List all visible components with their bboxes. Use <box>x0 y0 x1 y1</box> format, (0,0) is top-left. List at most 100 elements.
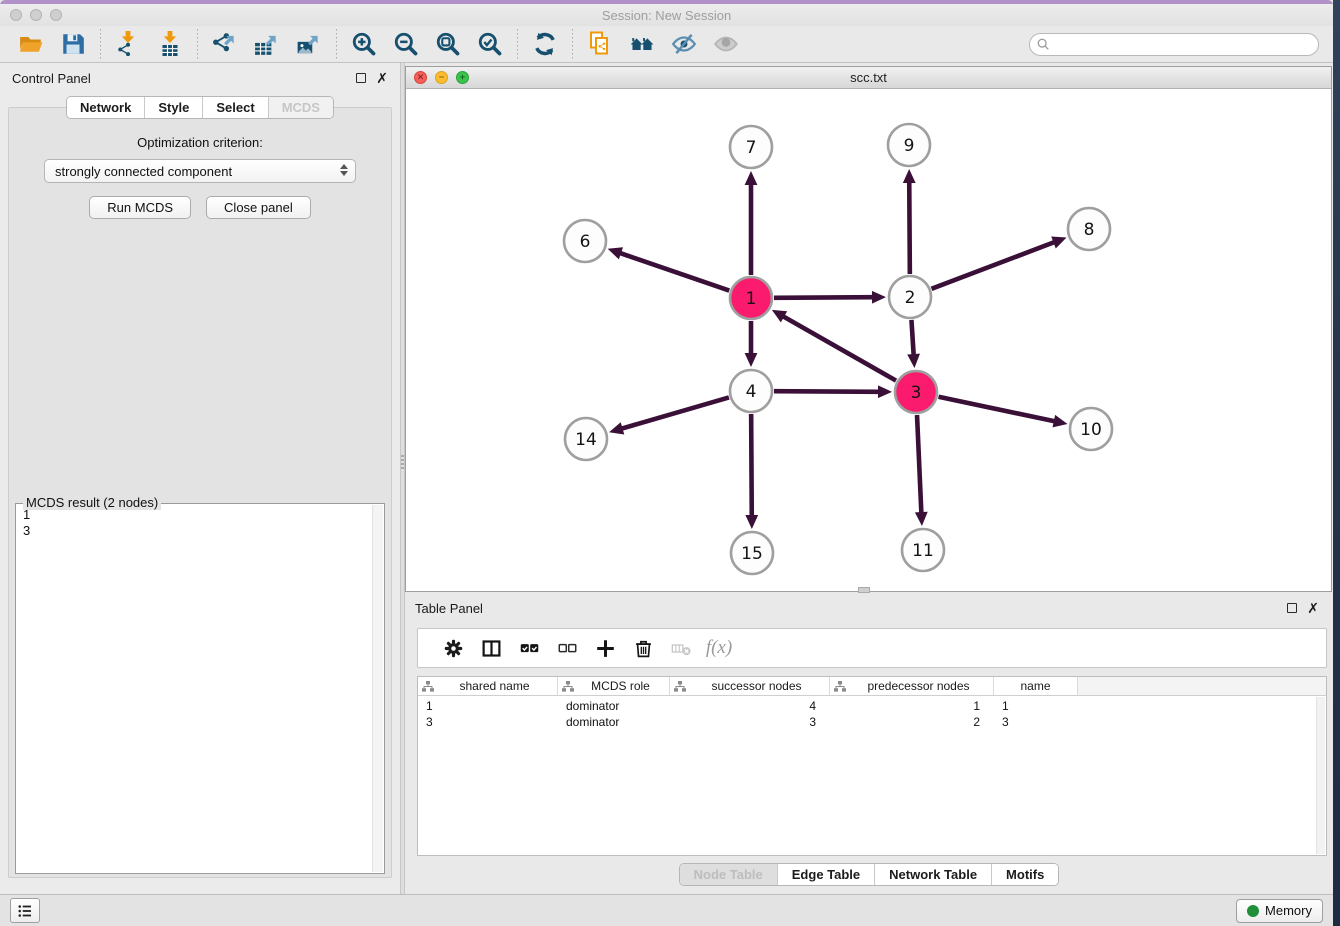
edge-3-11[interactable] <box>917 415 921 514</box>
show-panels-button[interactable] <box>10 898 40 923</box>
table-tab-network-table[interactable]: Network Table <box>874 864 991 885</box>
zoom-out-button[interactable] <box>389 29 423 59</box>
edge-arrowhead-icon <box>872 291 886 304</box>
edge-3-1[interactable] <box>782 316 896 381</box>
table-scrollbar[interactable] <box>1316 697 1325 854</box>
tab-network[interactable]: Network <box>67 97 144 118</box>
neighbors-button[interactable] <box>625 29 659 59</box>
function-builder-button[interactable]: f(x) <box>706 635 732 661</box>
import-table-button[interactable] <box>153 29 187 59</box>
edge-2-3[interactable] <box>911 320 913 356</box>
open-file-icon <box>18 31 44 57</box>
zoom-in-button[interactable] <box>347 29 381 59</box>
column-header-predecessor-nodes[interactable]: predecessor nodes <box>830 677 994 695</box>
table-row[interactable]: 1dominator411 <box>418 698 1326 714</box>
table-cell: 2 <box>830 715 994 729</box>
export-table-button[interactable] <box>250 29 284 59</box>
node-15[interactable]: 15 <box>731 532 773 574</box>
edge-2-9[interactable] <box>909 181 910 274</box>
node-2[interactable]: 2 <box>889 276 931 318</box>
select-all-button[interactable] <box>516 635 542 661</box>
table-tab-node-table[interactable]: Node Table <box>680 864 777 885</box>
delete-row-button[interactable] <box>630 635 656 661</box>
node-1[interactable]: 1 <box>730 277 772 319</box>
edge-arrowhead-icon <box>907 354 920 368</box>
show-hidden-button[interactable] <box>709 29 743 59</box>
node-label: 11 <box>912 541 934 561</box>
mcds-result-title: MCDS result (2 nodes) <box>23 495 161 510</box>
edge-3-10[interactable] <box>939 397 1056 422</box>
node-10[interactable]: 10 <box>1070 408 1112 450</box>
node-11[interactable]: 11 <box>902 529 944 571</box>
mcds-result-list[interactable]: 13 <box>15 503 385 874</box>
toolbar-separator <box>572 29 573 59</box>
node-3[interactable]: 3 <box>895 371 937 413</box>
close-table-panel-icon[interactable]: ✗ <box>1307 603 1319 613</box>
canvas-resize-handle[interactable] <box>858 587 870 593</box>
edge-1-2[interactable] <box>774 297 874 298</box>
node-8[interactable]: 8 <box>1068 208 1110 250</box>
tab-style[interactable]: Style <box>144 97 202 118</box>
column-header-shared-name[interactable]: shared name <box>418 677 558 695</box>
run-mcds-button[interactable]: Run MCDS <box>89 196 191 219</box>
result-scrollbar[interactable] <box>372 505 383 872</box>
select-all-icon <box>519 638 540 659</box>
memory-status-icon <box>1247 905 1259 917</box>
float-table-panel-icon[interactable] <box>1287 603 1297 613</box>
application-window: Session: New Session Control Panel ✗ Net… <box>0 0 1340 926</box>
open-file-button[interactable] <box>14 29 48 59</box>
column-header-name[interactable]: name <box>994 677 1078 695</box>
tab-select[interactable]: Select <box>202 97 267 118</box>
edge-arrowhead-icon <box>1051 237 1066 249</box>
divider-grip[interactable] <box>401 455 404 471</box>
search-input[interactable] <box>1029 33 1319 56</box>
memory-button[interactable]: Memory <box>1236 899 1323 923</box>
selected-criterion: strongly connected component <box>55 164 232 179</box>
node-14[interactable]: 14 <box>565 418 607 460</box>
refresh-button[interactable] <box>528 29 562 59</box>
node-7[interactable]: 7 <box>730 126 772 168</box>
column-header-successor-nodes[interactable]: successor nodes <box>670 677 830 695</box>
result-item: 3 <box>23 523 368 539</box>
table-cell: 3 <box>994 715 1078 729</box>
edge-4-14[interactable] <box>621 397 729 429</box>
add-row-button[interactable] <box>592 635 618 661</box>
table-row[interactable]: 3dominator323 <box>418 714 1326 730</box>
hide-selected-button[interactable] <box>667 29 701 59</box>
zoom-selected-button[interactable] <box>473 29 507 59</box>
table-panel-title: Table Panel <box>415 601 483 616</box>
tab-mcds[interactable]: MCDS <box>268 97 333 118</box>
node-label: 2 <box>905 288 916 308</box>
export-image-button[interactable] <box>292 29 326 59</box>
optimization-criterion-select[interactable]: strongly connected component <box>44 159 356 183</box>
zoom-fit-button[interactable] <box>431 29 465 59</box>
column-header-MCDS-role[interactable]: MCDS role <box>558 677 670 695</box>
edge-2-8[interactable] <box>932 242 1056 289</box>
import-network-button[interactable] <box>111 29 145 59</box>
edge-4-15[interactable] <box>751 414 752 517</box>
network-graph: 7 9 6 8 1 2 4 3 14 10 15 11 <box>406 89 1331 591</box>
delete-column-button[interactable] <box>668 635 694 661</box>
node-4[interactable]: 4 <box>730 370 772 412</box>
table-tab-edge-table[interactable]: Edge Table <box>777 864 874 885</box>
save-session-button[interactable] <box>56 29 90 59</box>
node-6[interactable]: 6 <box>564 220 606 262</box>
network-canvas[interactable]: 7 9 6 8 1 2 4 3 14 10 15 11 <box>406 89 1331 591</box>
column-label: MCDS role <box>576 679 665 693</box>
settings-button[interactable] <box>440 635 466 661</box>
clone-network-button[interactable] <box>583 29 617 59</box>
export-network-icon <box>212 31 238 57</box>
float-panel-icon[interactable] <box>356 73 366 83</box>
toolbar-separator <box>197 29 198 59</box>
columns-button[interactable] <box>478 635 504 661</box>
edge-4-3[interactable] <box>774 391 880 392</box>
import-table-icon <box>157 31 183 57</box>
edge-1-6[interactable] <box>619 253 729 291</box>
close-panel-icon[interactable]: ✗ <box>376 73 388 83</box>
deselect-all-button[interactable] <box>554 635 580 661</box>
network-view-window: ✕ − + scc.txt 7968124314101511 <box>405 66 1332 592</box>
export-network-button[interactable] <box>208 29 242 59</box>
node-9[interactable]: 9 <box>888 124 930 166</box>
close-panel-button[interactable]: Close panel <box>206 196 311 219</box>
table-tab-motifs[interactable]: Motifs <box>991 864 1058 885</box>
